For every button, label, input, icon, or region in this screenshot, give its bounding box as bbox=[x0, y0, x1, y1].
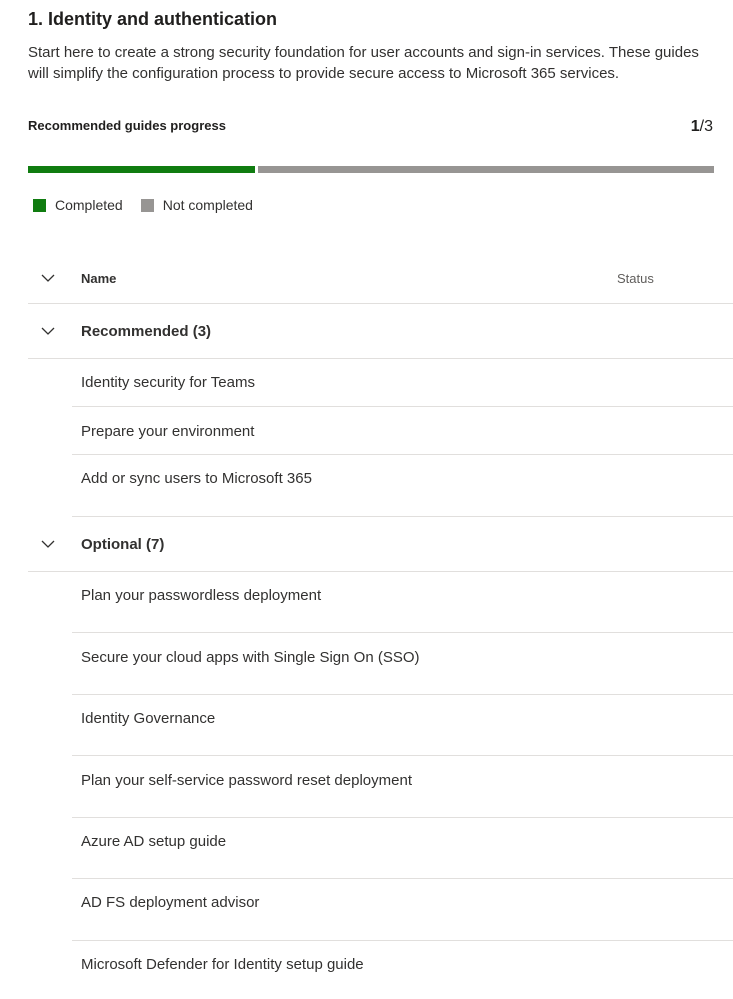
group-header-recommended[interactable]: Recommended (3) bbox=[28, 304, 733, 359]
legend-item-completed: Completed bbox=[33, 197, 123, 213]
progress-completed-count: 1 bbox=[690, 118, 700, 135]
group-label-recommended: Recommended (3) bbox=[81, 323, 212, 340]
table-header-row: Name Status bbox=[28, 252, 733, 304]
guide-link[interactable]: Identity security for Teams bbox=[81, 374, 255, 391]
guide-link[interactable]: Microsoft Defender for Identity setup gu… bbox=[81, 956, 364, 973]
guide-row[interactable]: AD FS deployment advisor bbox=[72, 879, 733, 941]
column-header-name[interactable]: Name bbox=[81, 271, 116, 286]
progress-label: Recommended guides progress bbox=[28, 118, 226, 133]
legend-item-not-completed: Not completed bbox=[140, 197, 253, 213]
legend-swatch-completed bbox=[33, 198, 46, 212]
guide-row[interactable]: Secure your cloud apps with Single Sign … bbox=[72, 633, 733, 695]
guide-row[interactable]: Azure AD setup guide bbox=[72, 818, 733, 879]
group-toggle-recommended[interactable] bbox=[40, 323, 56, 339]
group-header-optional[interactable]: Optional (7) bbox=[28, 517, 733, 572]
guide-row[interactable]: Prepare your environment bbox=[72, 407, 733, 455]
legend-swatch-not-completed bbox=[140, 198, 154, 212]
progress-bar-not-completed bbox=[258, 166, 714, 173]
guides-table: Name Status Recommended (3) Identity sec… bbox=[28, 252, 733, 991]
guide-row[interactable]: Plan your self-service password reset de… bbox=[72, 756, 733, 818]
progress-total-count: /3 bbox=[699, 118, 713, 135]
collapse-all-button[interactable] bbox=[40, 270, 56, 286]
guide-link[interactable]: Secure your cloud apps with Single Sign … bbox=[81, 649, 420, 666]
guide-link[interactable]: Prepare your environment bbox=[81, 423, 254, 440]
guide-link[interactable]: Add or sync users to Microsoft 365 bbox=[81, 470, 312, 487]
guide-row[interactable]: Identity security for Teams bbox=[72, 359, 733, 407]
guide-link[interactable]: Identity Governance bbox=[81, 710, 215, 727]
column-header-status[interactable]: Status bbox=[617, 271, 654, 286]
group-toggle-optional[interactable] bbox=[40, 536, 56, 552]
chevron-down-icon bbox=[41, 274, 55, 282]
section-title: 1. Identity and authentication bbox=[28, 9, 278, 29]
legend-label-not-completed: Not completed bbox=[162, 197, 253, 213]
guide-row[interactable]: Microsoft Defender for Identity setup gu… bbox=[72, 941, 733, 991]
progress-bar bbox=[28, 166, 714, 173]
chevron-down-icon bbox=[41, 540, 55, 548]
progress-legend: Completed Not completed bbox=[33, 197, 271, 213]
guide-row[interactable]: Plan your passwordless deployment bbox=[72, 572, 733, 633]
guide-link[interactable]: AD FS deployment advisor bbox=[81, 894, 259, 911]
guide-row[interactable]: Identity Governance bbox=[72, 695, 733, 756]
guide-link[interactable]: Plan your self-service password reset de… bbox=[81, 772, 412, 789]
guide-link[interactable]: Plan your passwordless deployment bbox=[81, 587, 321, 604]
group-label-optional: Optional (7) bbox=[81, 536, 165, 553]
legend-label-completed: Completed bbox=[55, 197, 123, 213]
progress-count: 1/3 bbox=[691, 118, 713, 136]
section-description: Start here to create a strong security f… bbox=[28, 44, 699, 82]
chevron-down-icon bbox=[41, 327, 55, 335]
guide-link[interactable]: Azure AD setup guide bbox=[81, 833, 226, 850]
guide-row[interactable]: Add or sync users to Microsoft 365 bbox=[72, 455, 733, 517]
progress-bar-completed bbox=[28, 166, 255, 173]
